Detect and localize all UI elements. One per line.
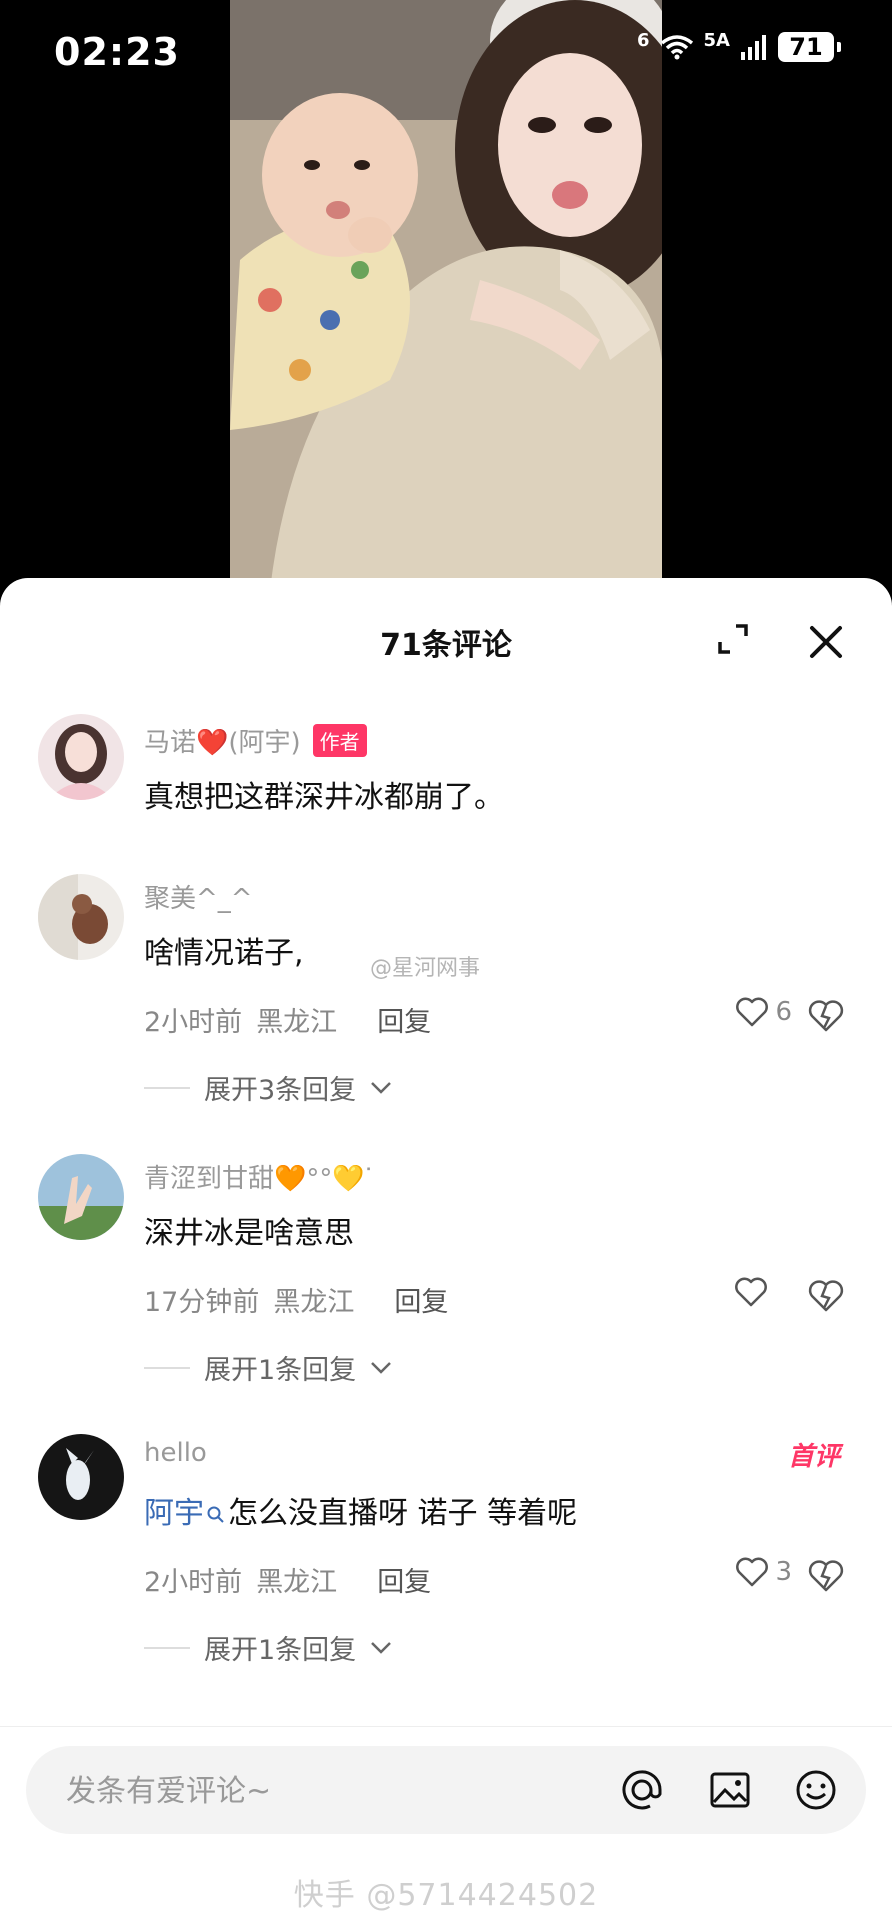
comment-time: 17分钟前 [144, 1287, 260, 1318]
comment-input[interactable] [64, 1746, 588, 1836]
like-button[interactable]: 3 [735, 1556, 792, 1588]
heart-icon [735, 1277, 767, 1307]
status-time: 02:23 [54, 30, 180, 74]
comment-text[interactable]: 深井冰是啥意思 [144, 1208, 354, 1252]
expand-icon[interactable] [716, 622, 750, 656]
comment-body: 怎么没直播呀 诺子 等着呢 [228, 1496, 578, 1531]
comment-text[interactable]: 真想把这群深井冰都崩了。 [144, 772, 504, 816]
like-count: 3 [775, 1557, 792, 1587]
heart-icon [736, 997, 769, 1027]
avatar[interactable] [38, 874, 124, 960]
wifi-version: 6 [637, 29, 650, 51]
expand-replies-button[interactable]: 展开1条回复 [144, 1348, 392, 1387]
dislike-icon[interactable] [808, 1558, 844, 1594]
dislike-icon[interactable] [808, 1278, 844, 1314]
comment-input-bar [26, 1746, 866, 1836]
comment-meta: 2小时前 黑龙江 回复 [144, 1560, 431, 1599]
avatar[interactable] [38, 714, 124, 800]
like-count: 6 [775, 997, 792, 1027]
divider-line [0, 1726, 892, 1727]
at-icon[interactable] [620, 1768, 664, 1812]
status-bar: 02:23 6 5A 71 [0, 0, 892, 100]
wifi-icon [660, 35, 693, 60]
expand-replies-label[interactable]: 展开1条回复 [204, 1348, 356, 1387]
expand-replies-button[interactable]: 展开1条回复 [144, 1628, 392, 1667]
author-name[interactable]: hello [144, 1438, 207, 1468]
comment-author[interactable]: 马诺❤️(阿宇) 作者 [144, 722, 367, 759]
comment-time: 2小时前 [144, 1007, 243, 1038]
emoji-icon[interactable] [794, 1768, 838, 1812]
author-badge: 作者 [312, 724, 367, 757]
comments-panel: 71条评论 马诺❤️(阿宇) 作者 真想把这群深井冰都崩了。 聚美^_^ 啥情况… [0, 578, 892, 1920]
status-icons: 6 5A 71 [637, 29, 841, 62]
comment-location: 黑龙江 [256, 1567, 338, 1598]
reply-button[interactable]: 回复 [377, 1560, 431, 1599]
first-comment-badge: 首评 [787, 1442, 840, 1472]
expand-replies-label[interactable]: 展开3条回复 [204, 1068, 356, 1107]
divider-line [144, 1086, 190, 1089]
avatar[interactable] [38, 1434, 124, 1520]
close-icon[interactable] [806, 622, 846, 662]
comment-author[interactable]: hello [144, 1438, 207, 1468]
mention-link[interactable]: 阿宇 [144, 1496, 204, 1531]
kuaishou-watermark: 快手 @5714424502 [293, 1878, 599, 1913]
heart-icon [736, 1557, 769, 1587]
chevron-down-icon [371, 1361, 392, 1374]
expand-replies-button[interactable]: 展开3条回复 [144, 1068, 392, 1107]
battery-level: 71 [789, 33, 823, 61]
expand-replies-label[interactable]: 展开1条回复 [204, 1628, 356, 1667]
author-name[interactable]: 马诺❤️(阿宇) [144, 722, 301, 759]
battery-icon: 71 [778, 32, 841, 62]
comment-text[interactable]: 阿宇 怎么没直播呀 诺子 等着呢 [144, 1488, 577, 1532]
image-icon[interactable] [708, 1768, 752, 1812]
divider-line [144, 1366, 190, 1369]
signal-icon [741, 35, 766, 60]
comment-location: 黑龙江 [256, 1007, 338, 1038]
dislike-icon[interactable] [808, 998, 844, 1034]
comments-count-title: 71条评论 [380, 628, 512, 663]
like-button[interactable] [734, 1276, 774, 1308]
like-button[interactable]: 6 [735, 996, 792, 1028]
comment-time: 2小时前 [144, 1567, 243, 1598]
comment-text[interactable]: 啥情况诺子, [144, 928, 304, 972]
comment-meta: 2小时前 黑龙江 回复 [144, 1000, 431, 1039]
comment-author[interactable]: 聚美^_^ [144, 878, 253, 915]
weibo-watermark: @星河网事 [370, 956, 481, 981]
reply-button[interactable]: 回复 [377, 1000, 431, 1039]
divider-line [144, 1646, 190, 1649]
avatar[interactable] [38, 1154, 124, 1240]
author-name[interactable]: 青涩到甘甜🧡°°💛ᐝ [144, 1158, 371, 1195]
comment-author[interactable]: 青涩到甘甜🧡°°💛ᐝ [144, 1158, 371, 1195]
chevron-down-icon [371, 1081, 392, 1094]
network-type: 5A [703, 29, 730, 51]
comment-meta: 17分钟前 黑龙江 回复 [144, 1280, 448, 1319]
reply-button[interactable]: 回复 [394, 1280, 448, 1319]
search-icon [207, 1506, 224, 1523]
comment-location: 黑龙江 [273, 1287, 355, 1318]
chevron-down-icon [371, 1641, 392, 1654]
author-name[interactable]: 聚美^_^ [144, 878, 253, 915]
